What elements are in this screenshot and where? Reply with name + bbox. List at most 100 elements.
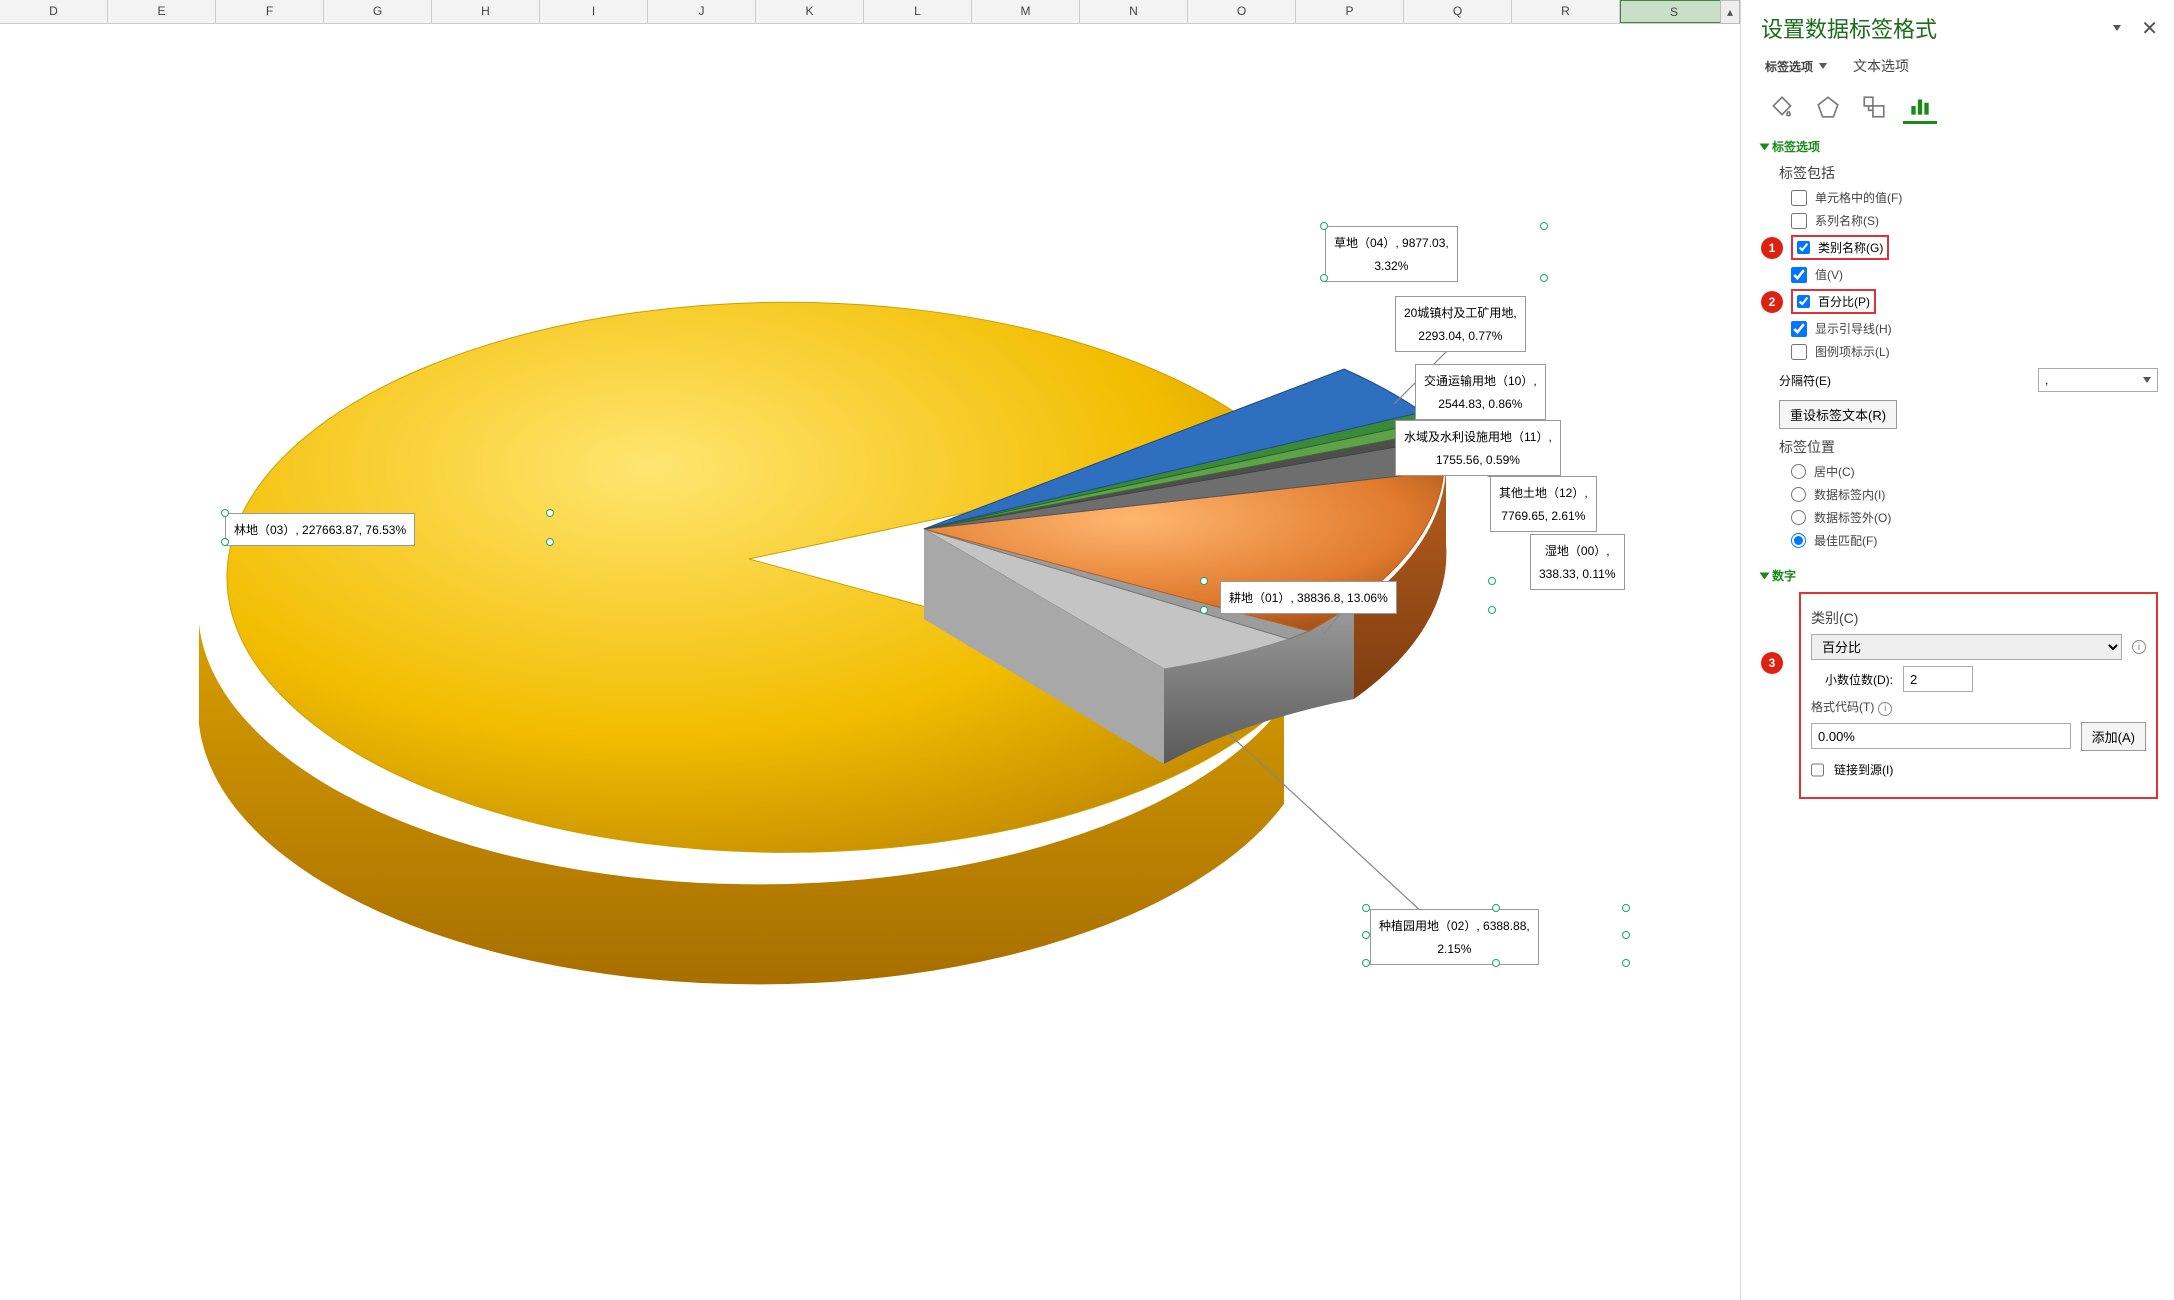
col-M[interactable]: M — [972, 0, 1080, 23]
radio[interactable] — [1791, 510, 1806, 525]
fill-icon[interactable] — [1765, 90, 1799, 124]
radio[interactable] — [1791, 464, 1806, 479]
decimals-input[interactable] — [1903, 666, 1973, 692]
radio-outside[interactable]: 数据标签外(O) — [1791, 509, 2158, 526]
cb-cell-value[interactable]: 单元格中的值(F) — [1791, 189, 2158, 206]
separator-value: , — [2045, 373, 2048, 387]
label-town[interactable]: 20城镇村及工矿用地,2293.04, 0.77% — [1395, 296, 1526, 352]
selection-handle[interactable] — [1320, 222, 1328, 230]
label-other[interactable]: 其他土地（12）,7769.65, 2.61% — [1490, 476, 1597, 532]
selection-handle[interactable] — [221, 538, 229, 546]
separator-select[interactable]: , — [2038, 368, 2158, 392]
col-G[interactable]: G — [324, 0, 432, 23]
radio-center[interactable]: 居中(C) — [1791, 463, 2158, 480]
selection-handle[interactable] — [1362, 904, 1370, 912]
selection-handle[interactable] — [1492, 904, 1500, 912]
checkbox[interactable] — [1797, 295, 1810, 308]
cb-category-name[interactable]: 类别名称(G) — [1791, 235, 1889, 260]
col-I[interactable]: I — [540, 0, 648, 23]
checkbox[interactable] — [1791, 190, 1807, 206]
selection-handle[interactable] — [1200, 606, 1208, 614]
selection-handle[interactable] — [1320, 274, 1328, 282]
info-icon[interactable]: i — [1878, 702, 1892, 716]
col-H[interactable]: H — [432, 0, 540, 23]
expand-icon — [1760, 143, 1770, 150]
radio[interactable] — [1791, 533, 1806, 548]
num-category-select[interactable]: 百分比 — [1811, 634, 2122, 660]
expand-icon — [1760, 572, 1770, 579]
selection-handle[interactable] — [1362, 931, 1370, 939]
scroll-up-button[interactable]: ▴ — [1720, 0, 1740, 24]
checkbox[interactable] — [1791, 213, 1807, 229]
col-P[interactable]: P — [1296, 0, 1404, 23]
format-code-input[interactable] — [1811, 723, 2071, 749]
cb-label: 显示引导线(H) — [1815, 320, 1892, 337]
cb-series-name[interactable]: 系列名称(S) — [1791, 212, 2158, 229]
label-text: 2293.04, 0.77% — [1418, 329, 1502, 343]
label-text: 2.15% — [1437, 942, 1471, 956]
size-icon[interactable] — [1857, 90, 1891, 124]
selection-handle[interactable] — [1540, 222, 1548, 230]
col-N[interactable]: N — [1080, 0, 1188, 23]
label-plant[interactable]: 种植园用地（02）, 6388.88,2.15% — [1370, 909, 1539, 965]
selection-handle[interactable] — [1622, 904, 1630, 912]
section-label-options[interactable]: 标签选项 — [1761, 138, 2158, 155]
col-K[interactable]: K — [756, 0, 864, 23]
checkbox[interactable] — [1791, 321, 1807, 337]
label-cultivated[interactable]: 耕地（01）, 38836.8, 13.06% — [1220, 581, 1397, 614]
selection-handle[interactable] — [1622, 931, 1630, 939]
panel-dropdown-icon[interactable] — [2113, 25, 2121, 31]
col-F[interactable]: F — [216, 0, 324, 23]
add-button[interactable]: 添加(A) — [2081, 722, 2146, 751]
cb-legend-key[interactable]: 图例项标示(L) — [1791, 343, 2158, 360]
label-forest[interactable]: 林地（03）, 227663.87, 76.53% — [225, 513, 415, 546]
cb-label: 类别名称(G) — [1818, 239, 1883, 256]
selection-handle[interactable] — [1492, 959, 1500, 967]
cb-value[interactable]: 值(V) — [1791, 266, 2158, 283]
selection-handle[interactable] — [221, 509, 229, 517]
col-J[interactable]: J — [648, 0, 756, 23]
selection-handle[interactable] — [1622, 959, 1630, 967]
selection-handle[interactable] — [1362, 959, 1370, 967]
selection-handle[interactable] — [1488, 606, 1496, 614]
radio[interactable] — [1791, 487, 1806, 502]
col-D[interactable]: D — [0, 0, 108, 23]
radio-inside[interactable]: 数据标签内(I) — [1791, 486, 2158, 503]
label-traffic[interactable]: 交通运输用地（10）,2544.83, 0.86% — [1415, 364, 1546, 420]
col-R[interactable]: R — [1512, 0, 1620, 23]
checkbox[interactable] — [1791, 344, 1807, 360]
checkbox[interactable] — [1791, 267, 1807, 283]
tab-text-options[interactable]: 文本选项 — [1853, 56, 1909, 76]
col-S[interactable]: S — [1620, 0, 1728, 23]
label-water[interactable]: 水域及水利设施用地（11）,1755.56, 0.59% — [1395, 420, 1561, 476]
label-text: 湿地（00）, — [1545, 544, 1610, 558]
col-L[interactable]: L — [864, 0, 972, 23]
selection-handle[interactable] — [1488, 577, 1496, 585]
cb-percent[interactable]: 百分比(P) — [1791, 289, 1876, 314]
label-grass[interactable]: 草地（04）, 9877.03,3.32% — [1325, 226, 1458, 282]
reset-label-text-button[interactable]: 重设标签文本(R) — [1779, 400, 1897, 429]
selection-handle[interactable] — [1200, 577, 1208, 585]
label-wetland[interactable]: 湿地（00）,338.33, 0.11% — [1530, 534, 1625, 590]
selection-handle[interactable] — [546, 509, 554, 517]
cb-leader-lines[interactable]: 显示引导线(H) — [1791, 320, 2158, 337]
chart-area[interactable]: 林地（03）, 227663.87, 76.53% 草地（04）, 9877.0… — [0, 24, 1740, 1300]
section-number[interactable]: 数字 — [1761, 567, 2158, 584]
cb-label: 系列名称(S) — [1815, 212, 1879, 229]
checkbox[interactable] — [1797, 241, 1810, 254]
radio-bestfit[interactable]: 最佳匹配(F) — [1791, 532, 2158, 549]
chart-options-icon[interactable] — [1903, 90, 1937, 124]
pie-chart[interactable] — [144, 234, 1544, 1134]
effects-icon[interactable] — [1811, 90, 1845, 124]
close-icon[interactable]: ✕ — [2141, 16, 2158, 41]
label-text: 水域及水利设施用地（11）, — [1404, 430, 1552, 444]
col-E[interactable]: E — [108, 0, 216, 23]
selection-handle[interactable] — [546, 538, 554, 546]
info-icon[interactable]: i — [2132, 640, 2146, 654]
selection-handle[interactable] — [1540, 274, 1548, 282]
col-O[interactable]: O — [1188, 0, 1296, 23]
link-source-checkbox[interactable] — [1811, 757, 1824, 783]
format-code-label: 格式代码(T) — [1811, 700, 1874, 714]
tab-label-options[interactable]: 标签选项 — [1765, 56, 1827, 76]
col-Q[interactable]: Q — [1404, 0, 1512, 23]
